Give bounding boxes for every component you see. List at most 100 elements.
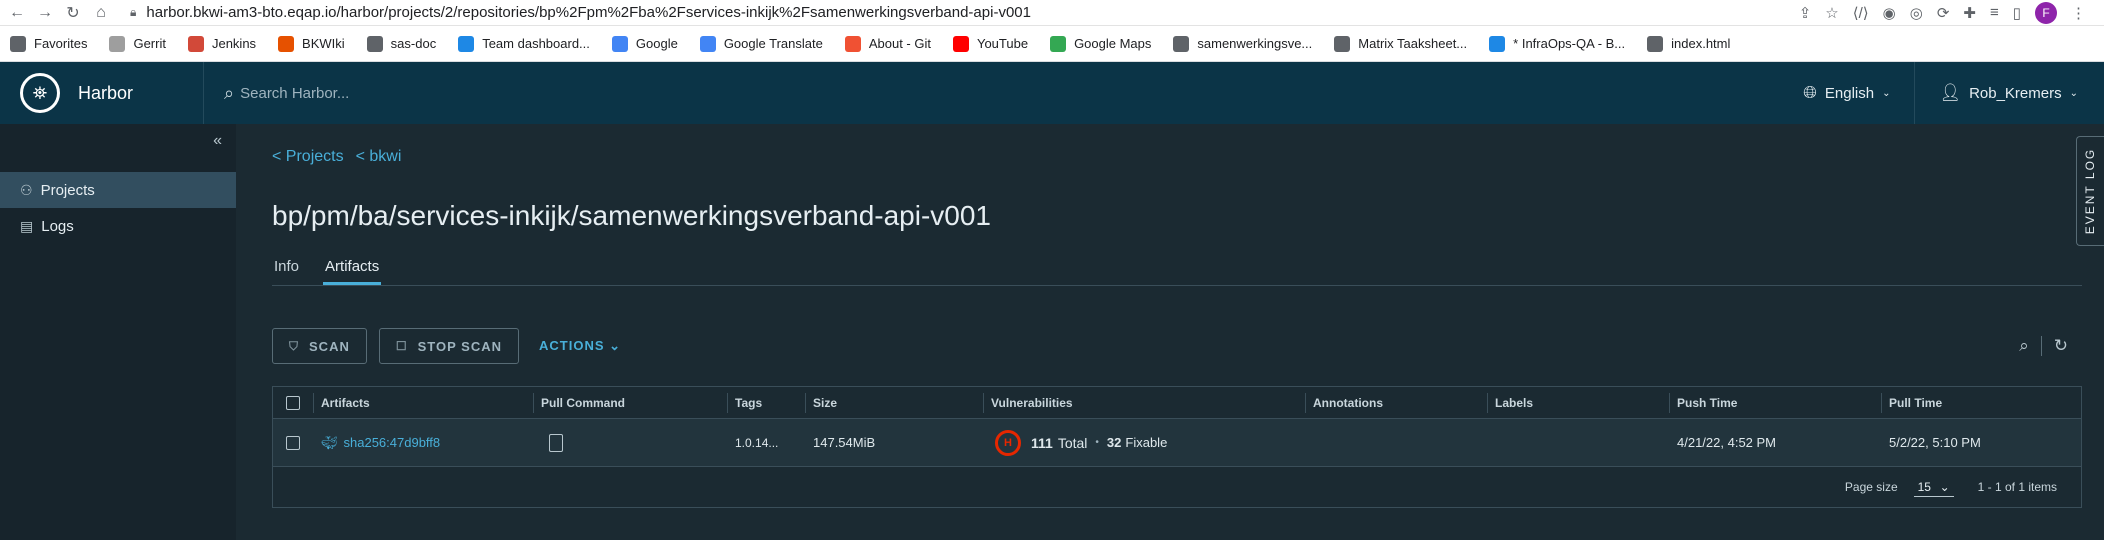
forward-arrow-icon[interactable]: → — [34, 2, 56, 24]
bookmark-item[interactable]: Google Maps — [1050, 35, 1152, 52]
harbor-logo-icon[interactable]: ⛯ — [20, 73, 60, 113]
page-title: bp/pm/ba/services-inkijk/samenwerkingsve… — [272, 200, 991, 231]
breadcrumb-projects-link[interactable]: < Projects — [272, 148, 344, 166]
address-bar[interactable]: 🔒︎ harbor.bkwi-am3-bto.eqap.io/harbor/pr… — [130, 4, 1031, 21]
event-log-tab[interactable]: EVENT LOG — [2076, 136, 2104, 246]
search-icon[interactable]: ⌕ — [2019, 336, 2029, 356]
artifact-digest-link[interactable]: 🐳︎ sha256:47d9bff8 — [321, 435, 440, 451]
language-label: English — [1824, 84, 1875, 102]
extension-code-icon[interactable]: ⟨/⟩ — [1853, 4, 1869, 22]
extension-circle-icon[interactable]: ◉ — [1883, 4, 1896, 22]
page-size-value: 15 — [1917, 479, 1931, 494]
copy-icon[interactable] — [549, 433, 563, 452]
vulnerabilities-cell[interactable]: H 111 Total • 32 Fixable — [983, 419, 1305, 466]
bookmark-item[interactable]: YouTube — [952, 35, 1029, 52]
bookmark-item[interactable]: Google — [611, 35, 678, 52]
column-header-artifacts[interactable]: Artifacts — [313, 387, 533, 418]
reload-icon[interactable]: ↻ — [62, 2, 84, 24]
column-header-pull-time[interactable]: Pull Time — [1881, 387, 2081, 418]
tab-artifacts[interactable]: Artifacts — [323, 254, 382, 285]
sidebar-item-label: Projects — [40, 181, 95, 199]
globe-icon — [366, 35, 383, 52]
artifact-toolbar: ⛉ SCAN ☐ STOP SCAN ACTIONS ⌄ ⌕ ↻ — [272, 328, 2082, 364]
brand-name[interactable]: Harbor — [78, 83, 133, 104]
extension-google-icon[interactable]: ◎ — [1910, 4, 1923, 22]
share-icon[interactable]: ⇪ — [1799, 4, 1812, 22]
actions-dropdown[interactable]: ACTIONS ⌄ — [539, 338, 621, 354]
scan-button[interactable]: ⛉ SCAN — [272, 328, 367, 364]
chevron-down-icon: ⌄ — [609, 338, 622, 353]
tags-value[interactable]: 1.0.14... — [735, 436, 778, 450]
bookmark-label: Google Maps — [1074, 36, 1152, 51]
search-input[interactable]: Search Harbor... — [240, 85, 349, 102]
profile-avatar[interactable]: F — [2035, 1, 2057, 24]
select-all-checkbox[interactable] — [286, 395, 300, 410]
bookmark-label: Jenkins — [211, 36, 257, 51]
bookmark-item[interactable]: Favorites — [10, 35, 88, 52]
bookmark-label: Favorites — [34, 36, 88, 51]
column-header-tags[interactable]: Tags — [727, 387, 805, 418]
infraops-icon — [1489, 35, 1506, 52]
column-header-annotations[interactable]: Annotations — [1305, 387, 1487, 418]
tags-cell: 1.0.14... — [727, 419, 805, 466]
bookmark-item[interactable]: Gerrit — [109, 35, 166, 52]
home-icon[interactable]: ⌂ — [90, 2, 112, 24]
page-size-label: Page size — [1844, 480, 1898, 494]
bookmark-label: YouTube — [976, 36, 1029, 51]
bookmark-item[interactable]: sas-doc — [366, 35, 436, 52]
back-arrow-icon[interactable]: ← — [6, 2, 28, 24]
playlist-icon[interactable]: ≡ — [1990, 4, 1999, 21]
header-divider-2 — [1914, 62, 1916, 124]
global-search[interactable]: ⌕ Search Harbor... — [224, 83, 349, 104]
user-name: Rob_Kremers — [1969, 84, 2062, 102]
projects-icon: ⚇ — [20, 181, 33, 198]
tab-info[interactable]: Info — [272, 254, 301, 285]
google-icon — [611, 35, 628, 52]
breadcrumb: < Projects < bkwi — [272, 148, 401, 166]
collapse-sidebar-icon[interactable]: « — [213, 132, 222, 150]
extension-sync-icon[interactable]: ⟳ — [1937, 4, 1950, 22]
stop-scan-button[interactable]: ☐ STOP SCAN — [378, 328, 519, 364]
refresh-icon[interactable]: ↻ — [2054, 336, 2068, 356]
separator-dot: • — [1095, 437, 1099, 448]
sidebar-toggle-icon[interactable]: ▯ — [2013, 4, 2021, 22]
bookmark-item[interactable]: BKWIki — [278, 35, 345, 52]
puzzle-icon[interactable]: ✚ — [1963, 4, 1976, 22]
bookmark-label: Matrix Taaksheet... — [1358, 36, 1468, 51]
gerrit-icon — [109, 35, 126, 52]
star-icon[interactable]: ☆ — [1825, 4, 1838, 22]
more-vertical-icon[interactable]: ⋮ — [2071, 4, 2086, 22]
bookmark-label: Google Translate — [723, 36, 823, 51]
sidebar-item-projects[interactable]: ⚇ Projects — [0, 172, 236, 208]
row-checkbox[interactable] — [286, 435, 300, 450]
column-header-push-time[interactable]: Push Time — [1669, 387, 1881, 418]
bookmark-item[interactable]: Jenkins — [187, 35, 257, 52]
bookmark-label: About - Git — [868, 36, 931, 51]
actions-label: ACTIONS — [539, 338, 605, 353]
column-header-labels[interactable]: Labels — [1487, 387, 1669, 418]
youtube-icon — [952, 35, 969, 52]
language-selector[interactable]: 🌐︎ English ⌄ — [1803, 83, 1914, 103]
bookmark-item[interactable]: * InfraOps-QA - B... — [1489, 35, 1625, 52]
breadcrumb-project-link[interactable]: < bkwi — [356, 148, 402, 166]
bookmark-item[interactable]: samenwerkingsve... — [1173, 35, 1312, 52]
column-header-vulnerabilities[interactable]: Vulnerabilities — [983, 387, 1305, 418]
bookmark-item[interactable]: About - Git — [844, 35, 931, 52]
column-header-pull-command[interactable]: Pull Command — [533, 387, 727, 418]
page-size-select[interactable]: 15 ⌄ — [1913, 478, 1954, 497]
table-row[interactable]: 🐳︎ sha256:47d9bff8 1.0.14... 147.54MiB H… — [273, 419, 2081, 467]
user-menu[interactable]: 👤︎ Rob_Kremers ⌄ — [1939, 83, 2104, 103]
translate-icon — [699, 35, 716, 52]
sidebar-item-logs[interactable]: ▤ Logs — [0, 208, 236, 244]
bookmark-item[interactable]: Matrix Taaksheet... — [1334, 35, 1468, 52]
bookmark-item[interactable]: Google Translate — [699, 35, 823, 52]
stop-scan-button-label: STOP SCAN — [417, 338, 502, 354]
chevron-down-icon: ⌄ — [2069, 87, 2078, 99]
bookmark-item[interactable]: index.html — [1647, 35, 1730, 52]
vuln-fixable-label: Fixable — [1125, 435, 1168, 450]
logs-icon: ▤ — [20, 217, 34, 234]
bookmark-item[interactable]: Team dashboard... — [458, 35, 590, 52]
bkwiki-icon — [278, 35, 295, 52]
column-header-size[interactable]: Size — [805, 387, 983, 418]
lock-icon: 🔒︎ — [130, 5, 137, 19]
